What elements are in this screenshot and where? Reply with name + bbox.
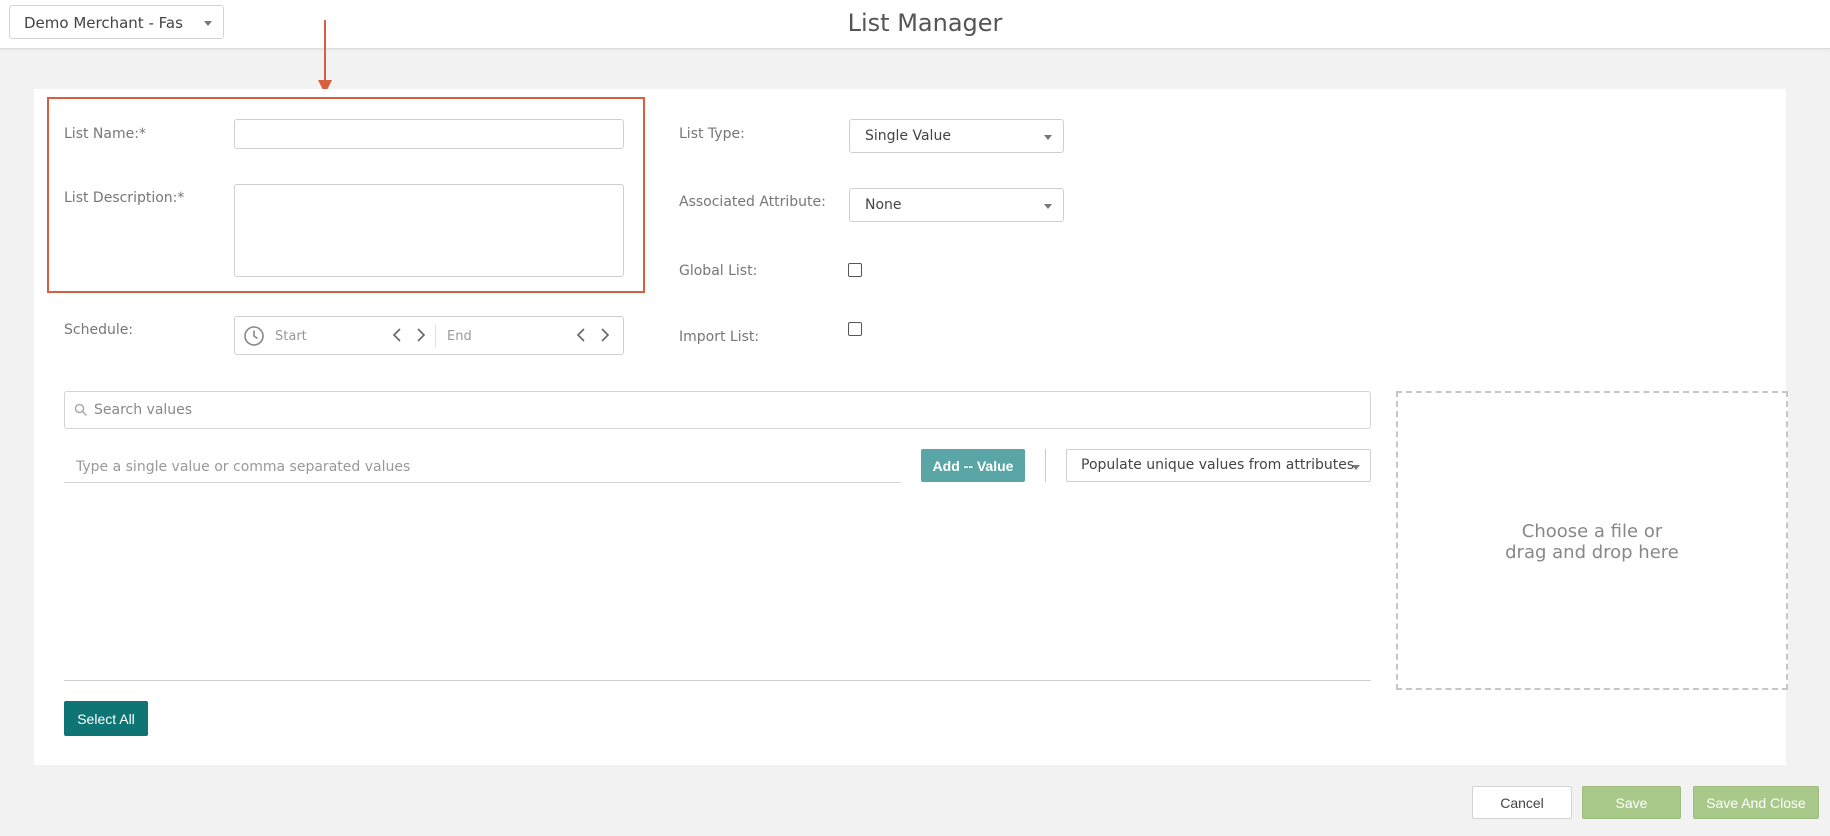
list-type-label: List Type: bbox=[679, 126, 745, 142]
file-dropzone[interactable]: Choose a file or drag and drop here bbox=[1396, 391, 1788, 690]
values-list-divider bbox=[64, 680, 1371, 681]
populate-values-label: Populate unique values from attributes bbox=[1081, 457, 1355, 473]
import-list-checkbox[interactable] bbox=[848, 322, 862, 336]
chevron-left-icon[interactable] bbox=[391, 327, 403, 343]
value-entry-input[interactable] bbox=[64, 451, 901, 483]
global-list-label: Global List: bbox=[679, 263, 758, 279]
import-list-label: Import List: bbox=[679, 329, 760, 345]
chevron-down-icon bbox=[1352, 465, 1360, 470]
schedule-label: Schedule: bbox=[64, 322, 134, 338]
list-name-label: List Name:* bbox=[64, 126, 146, 142]
global-list-checkbox[interactable] bbox=[848, 263, 862, 277]
list-type-value: Single Value bbox=[865, 128, 951, 144]
list-name-input[interactable] bbox=[234, 119, 624, 149]
schedule-range[interactable]: Start End bbox=[234, 316, 624, 355]
chevron-right-icon[interactable] bbox=[415, 327, 427, 343]
chevron-left-icon[interactable] bbox=[575, 327, 587, 343]
associated-attribute-label: Associated Attribute: bbox=[679, 194, 826, 210]
dropzone-line1: Choose a file or bbox=[1521, 521, 1663, 542]
add-value-button[interactable]: Add -- Value bbox=[921, 449, 1025, 482]
save-button[interactable]: Save bbox=[1582, 786, 1681, 819]
search-values-input[interactable] bbox=[94, 399, 1354, 421]
schedule-start[interactable]: Start bbox=[275, 329, 307, 344]
select-all-button[interactable]: Select All bbox=[64, 701, 148, 736]
annotation-arrow-line bbox=[324, 20, 326, 82]
associated-attribute-select[interactable]: None bbox=[849, 188, 1064, 222]
dropzone-line2: drag and drop here bbox=[1505, 542, 1679, 563]
search-icon bbox=[74, 403, 88, 417]
chevron-down-icon bbox=[1044, 204, 1052, 209]
top-bar: Demo Merchant - Fashion List Manager bbox=[0, 0, 1830, 49]
list-type-select[interactable]: Single Value bbox=[849, 119, 1064, 153]
page-title: List Manager bbox=[847, 9, 1003, 37]
populate-values-select[interactable]: Populate unique values from attributes bbox=[1066, 449, 1371, 482]
cancel-button[interactable]: Cancel bbox=[1472, 786, 1572, 819]
clock-icon bbox=[244, 326, 264, 346]
chevron-down-icon bbox=[1044, 135, 1052, 140]
search-values-box[interactable] bbox=[64, 391, 1371, 429]
list-description-textarea[interactable] bbox=[234, 184, 624, 277]
save-and-close-button[interactable]: Save And Close bbox=[1693, 786, 1819, 819]
associated-attribute-value: None bbox=[865, 197, 902, 213]
schedule-end[interactable]: End bbox=[447, 329, 472, 344]
chevron-right-icon[interactable] bbox=[599, 327, 611, 343]
list-description-label: List Description:* bbox=[64, 190, 185, 206]
